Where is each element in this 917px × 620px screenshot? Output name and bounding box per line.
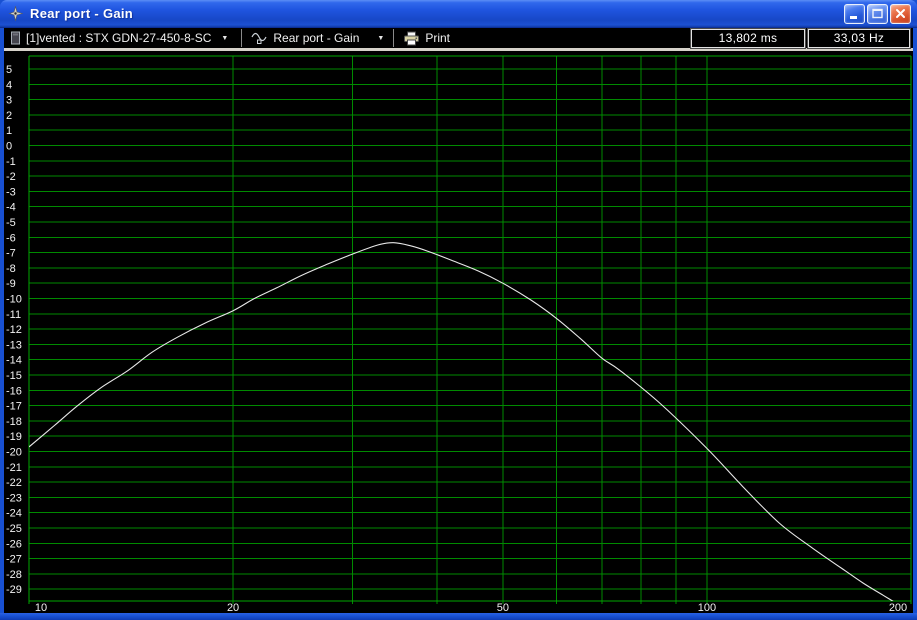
y-axis-tick-label: 3 bbox=[6, 95, 12, 107]
y-axis-tick-label: -1 bbox=[6, 156, 16, 168]
graph-selector-dropdown-button[interactable]: ▼ bbox=[371, 28, 390, 48]
chevron-down-icon: ▼ bbox=[221, 34, 229, 42]
config-selector-label: [1]vented : STX GDN-27-450-8-SC bbox=[26, 31, 212, 45]
minimize-icon bbox=[850, 16, 857, 19]
y-axis-tick-label: -14 bbox=[6, 355, 22, 367]
print-button-label: Print bbox=[425, 31, 451, 45]
y-axis-tick-label: -11 bbox=[6, 309, 21, 321]
close-icon bbox=[896, 9, 905, 18]
window-border-right bbox=[913, 28, 917, 613]
x-axis-tick-label: 10 bbox=[35, 602, 47, 613]
gain-curve bbox=[29, 242, 894, 601]
maximize-button[interactable] bbox=[867, 3, 888, 24]
y-axis-tick-label: -19 bbox=[6, 431, 22, 443]
y-axis-tick-label: -29 bbox=[6, 584, 22, 596]
x-axis-tick-label: 50 bbox=[497, 602, 509, 613]
print-button[interactable]: Print bbox=[397, 28, 462, 48]
cursor-frequency-readout: 33,03 Hz bbox=[807, 27, 911, 49]
y-axis-tick-label: -9 bbox=[6, 278, 16, 290]
y-axis-tick-label: -20 bbox=[6, 447, 22, 459]
chart-area: 5 4 3 2 1 0 -1 -2 -3 -4 -5 -6 -7 -8 -9 -10 -11 -12 -13 -14-… bbox=[4, 51, 913, 613]
y-axis-tick-label: -2 bbox=[6, 171, 16, 183]
window-border-left bbox=[0, 28, 4, 613]
y-axis-tick-label: 1 bbox=[6, 125, 12, 137]
y-axis-tick-label: -5 bbox=[6, 217, 16, 229]
y-axis-tick-label: -16 bbox=[6, 385, 22, 397]
y-axis-tick-label: -18 bbox=[6, 416, 22, 428]
app-window: Rear port - Gain [1]vented: STX GDN-27-… bbox=[0, 0, 917, 620]
x-axis-tick-label: 100 bbox=[698, 602, 716, 613]
y-axis-tick-label: 4 bbox=[6, 79, 12, 91]
y-axis-tick-label: 5 bbox=[6, 64, 12, 76]
y-axis-tick-label: -26 bbox=[6, 538, 22, 550]
titlebar[interactable]: Rear port - Gain bbox=[0, 0, 917, 28]
y-axis-tick-label: -17 bbox=[6, 401, 22, 413]
y-axis-tick-label: -10 bbox=[6, 294, 22, 306]
close-button[interactable] bbox=[890, 3, 911, 24]
y-axis-tick-label: -22 bbox=[6, 477, 22, 489]
config-selector[interactable]: [1]vented : STX GDN-27-450-8-SC ▼ bbox=[4, 28, 238, 48]
graph-selector[interactable]: Rear port - Gain bbox=[245, 28, 371, 48]
app-star-icon bbox=[8, 6, 23, 21]
y-axis-tick-label: -4 bbox=[6, 202, 16, 214]
y-axis-tick-label: -15 bbox=[6, 370, 22, 382]
graph-selector-label: Rear port - Gain bbox=[273, 31, 360, 45]
y-axis-tick-label: -28 bbox=[6, 569, 22, 581]
y-axis-tick-label: -27 bbox=[6, 554, 22, 566]
chevron-down-icon: ▼ bbox=[377, 34, 385, 42]
waveform-icon bbox=[251, 32, 267, 44]
cursor-time-readout: 13,802 ms bbox=[690, 27, 806, 49]
y-axis-tick-label: -13 bbox=[6, 339, 22, 351]
gain-chart-plot[interactable]: 543210-1-2-3-4-5-6-7-8-9-10-11-12-13-14-… bbox=[4, 51, 913, 613]
toolbar-separator bbox=[241, 29, 243, 47]
y-axis-tick-label: -6 bbox=[6, 232, 16, 244]
printer-icon bbox=[404, 31, 420, 45]
y-axis-tick-label: -25 bbox=[6, 523, 22, 535]
x-axis-tick-label: 20 bbox=[227, 602, 239, 613]
y-axis-tick-label: -12 bbox=[6, 324, 22, 336]
y-axis-tick-label: 0 bbox=[6, 141, 12, 153]
window-title: Rear port - Gain bbox=[30, 6, 134, 21]
minimize-button[interactable] bbox=[844, 3, 865, 24]
maximize-icon bbox=[872, 8, 883, 19]
x-axis-tick-label: 200 bbox=[889, 602, 907, 613]
toolbar: [1]vented : STX GDN-27-450-8-SC ▼ Rear p… bbox=[0, 27, 917, 51]
toolbar-separator bbox=[393, 29, 395, 47]
enclosure-icon bbox=[11, 31, 20, 45]
y-axis-tick-label: -21 bbox=[6, 462, 22, 474]
y-axis-tick-label: -24 bbox=[6, 508, 22, 520]
y-axis-tick-label: 2 bbox=[6, 110, 12, 122]
y-axis-tick-label: -3 bbox=[6, 186, 16, 198]
y-axis-tick-label: -8 bbox=[6, 263, 16, 275]
window-border-bottom bbox=[0, 613, 917, 620]
y-axis-tick-label: -7 bbox=[6, 248, 16, 260]
y-axis-tick-label: -23 bbox=[6, 492, 22, 504]
